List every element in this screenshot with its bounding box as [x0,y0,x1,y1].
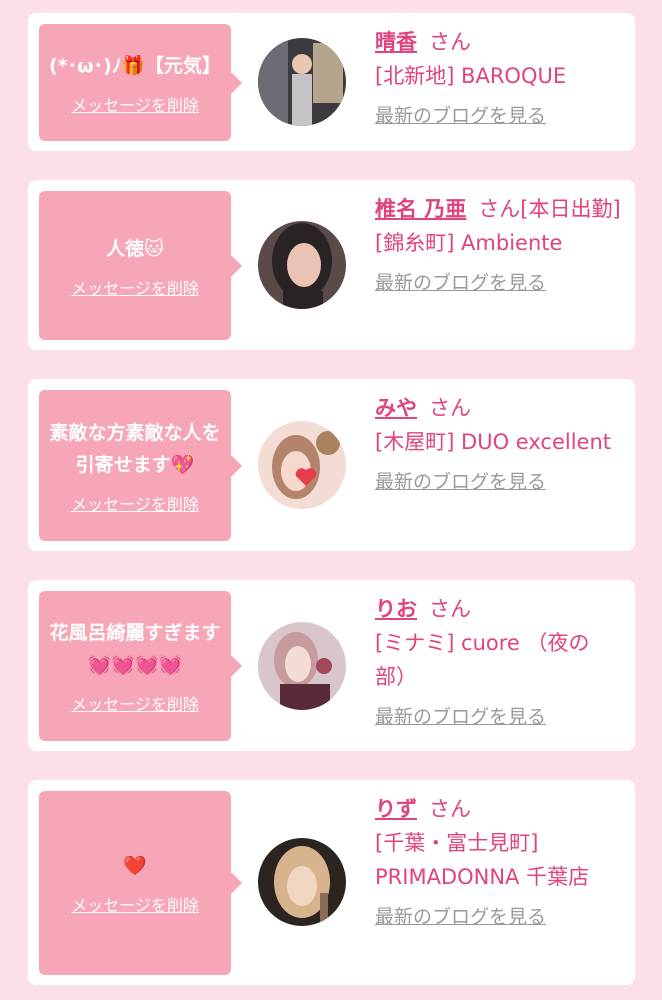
avatar-photo [258,38,346,126]
sender-info: りず さん [千葉・富士見町] PRIMADONNA 千葉店 最新のブログを見る [375,792,621,934]
message-card: 素敵な方素敵な人を引寄せます💖 メッセージを削除 みや さん [木屋町] DUO … [28,379,635,551]
delete-message-link[interactable]: メッセージを削除 [71,92,199,116]
avatar[interactable] [258,421,346,509]
sender-suffix: さん[本日出勤] [478,197,621,221]
shop-label: [北新地] BAROQUE [375,64,567,88]
shop-label: [木屋町] DUO excellent [375,430,612,454]
sender-suffix: さん [429,30,471,54]
message-bubble: ❤️ メッセージを削除 [39,791,242,975]
sender-name-link[interactable]: りお [375,597,417,621]
delete-message-link[interactable]: メッセージを削除 [71,892,199,916]
sender-info: りお さん [ミナミ] cuore （夜の部） 最新のブログを見る [375,592,621,734]
message-text: 人徳🐱 [106,237,164,260]
message-text: 花風呂綺麗すぎます💓💓💓💓 [49,622,221,676]
message-card: 人徳🐱 メッセージを削除 椎名 乃亜 さん[本日出勤] [錦糸町] Ambient… [28,180,635,350]
sender-name-link[interactable]: 椎名 乃亜 [375,197,466,221]
message-card: ❤️ メッセージを削除 りず さん [千葉・富士見町] PRIMADONNA 千葉… [28,780,635,985]
avatar[interactable] [258,838,346,926]
delete-message-link[interactable]: メッセージを削除 [71,491,199,515]
latest-blog-link[interactable]: 最新のブログを見る [375,99,546,133]
sender-suffix: さん [429,797,471,821]
shop-label: [錦糸町] Ambiente [375,231,563,255]
avatar-photo [258,622,346,710]
latest-blog-link[interactable]: 最新のブログを見る [375,266,546,300]
sender-info: みや さん [木屋町] DUO excellent 最新のブログを見る [375,391,621,499]
message-bubble: 素敵な方素敵な人を引寄せます💖 メッセージを削除 [39,390,242,541]
shop-label: [千葉・富士見町] PRIMADONNA 千葉店 [375,831,590,889]
avatar[interactable] [258,622,346,710]
message-card: 花風呂綺麗すぎます💓💓💓💓 メッセージを削除 りお さん [ミナミ] cuore … [28,580,635,751]
message-bubble: (*･ω･)ﾉ🎁【元気】 メッセージを削除 [39,24,242,141]
message-text: ❤️ [123,855,147,877]
avatar-photo [258,838,346,926]
avatar[interactable] [258,221,346,309]
latest-blog-link[interactable]: 最新のブログを見る [375,700,546,734]
message-text: 素敵な方素敵な人を引寄せます💖 [49,421,221,476]
delete-message-link[interactable]: メッセージを削除 [71,275,199,299]
sender-name-link[interactable]: みや [375,396,417,420]
avatar[interactable] [258,38,346,126]
sender-info: 椎名 乃亜 さん[本日出勤] [錦糸町] Ambiente 最新のブログを見る [375,192,621,300]
sender-name-link[interactable]: 晴香 [375,30,417,54]
sender-suffix: さん [429,597,471,621]
delete-message-link[interactable]: メッセージを削除 [71,691,199,715]
sender-info: 晴香 さん [北新地] BAROQUE 最新のブログを見る [375,25,621,133]
message-bubble: 花風呂綺麗すぎます💓💓💓💓 メッセージを削除 [39,591,242,741]
message-card: (*･ω･)ﾉ🎁【元気】 メッセージを削除 晴香 さん [北新地] BAROQUE… [28,13,635,151]
latest-blog-link[interactable]: 最新のブログを見る [375,465,546,499]
avatar-photo [258,421,346,509]
sender-name-link[interactable]: りず [375,797,417,821]
message-text: (*･ω･)ﾉ🎁【元気】 [49,54,221,77]
message-list: (*･ω･)ﾉ🎁【元気】 メッセージを削除 晴香 さん [北新地] BAROQUE… [0,0,662,1000]
shop-label: [ミナミ] cuore （夜の部） [375,631,590,689]
latest-blog-link[interactable]: 最新のブログを見る [375,900,546,934]
avatar-photo [258,221,346,309]
sender-suffix: さん [429,396,471,420]
message-bubble: 人徳🐱 メッセージを削除 [39,191,242,340]
